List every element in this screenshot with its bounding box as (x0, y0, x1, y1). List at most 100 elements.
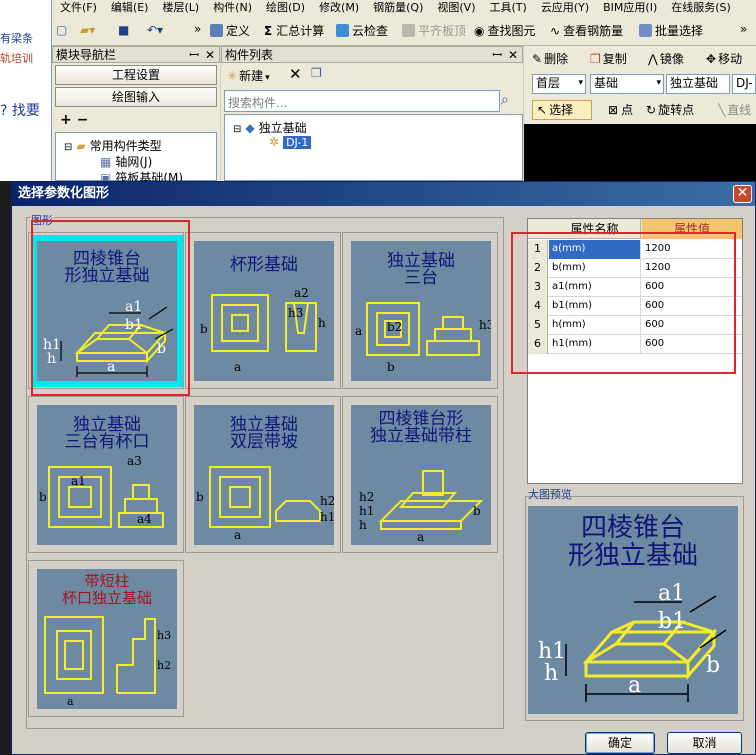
footing-icon: ◆ (245, 121, 255, 135)
find-element-button[interactable]: ◉ 查找图元 (474, 23, 536, 39)
tree-collapse-icon[interactable]: ⊟ (64, 142, 72, 153)
view-rebar-button[interactable]: ∿ 查看钢筋量 (550, 23, 623, 39)
tree-collapse-icon-2[interactable]: ⊟ (233, 124, 241, 135)
tree-item-raft[interactable]: ▣ 筏板基础(M) (100, 169, 183, 181)
delete-button[interactable]: ✎ 删除 (532, 51, 568, 67)
ok-button[interactable]: 确定 (585, 732, 655, 754)
search-icon[interactable]: ⌕ (501, 92, 519, 110)
shape-thumbnail: 独立基础 三台 b a b2 h3 (351, 241, 491, 381)
move-icon: ✥ (706, 52, 717, 66)
svg-text:a1: a1 (71, 474, 86, 488)
menu-edit[interactable]: 编辑(E) (111, 1, 149, 14)
save-icon[interactable]: ■ (118, 22, 129, 38)
copy-red-icon: ❐ (590, 52, 601, 66)
define-button[interactable]: 定义 (210, 23, 250, 39)
undo-icon[interactable]: ↶▾ (147, 22, 163, 38)
point-tool-button[interactable]: ⊠ 点 (608, 102, 633, 118)
pin-icon[interactable]: ꟷ (189, 47, 199, 63)
sum-calc-button[interactable]: Σ 汇总计算 (264, 23, 324, 39)
left-strip-sub: 轨培训 (0, 52, 33, 65)
new-component-button[interactable]: ✳ 新建 ▾ (227, 67, 270, 84)
svg-text:b: b (200, 322, 208, 336)
mirror-button[interactable]: ⋀ 镜像 (648, 51, 684, 67)
cancel-button[interactable]: 取消 (667, 732, 742, 754)
drawing-input-button[interactable]: 绘图输入 (55, 87, 217, 107)
drawing-canvas[interactable] (524, 124, 756, 181)
menu-floor[interactable]: 楼层(L) (162, 1, 199, 14)
shape-three-step-cup-footing[interactable]: 独立基础 三台有杯口 a1 a3 b a4 (28, 396, 184, 553)
preview-label: 大图预览 (528, 488, 572, 501)
shape-double-slope-footing[interactable]: 独立基础 双层带坡 a b h2 h1 (185, 396, 341, 553)
menu-modify[interactable]: 修改(M) (319, 1, 359, 14)
shape-thumbnail: 杯形基础 a b a2 h3 h (194, 241, 334, 381)
shape-pyramid-footing-with-column[interactable]: 四棱锥台形 独立基础带柱 a h2 h1 h b (342, 396, 498, 553)
category-select[interactable]: 基础 ▾ (590, 74, 664, 94)
copy-icon[interactable]: ❐ (311, 66, 322, 80)
delete-icon[interactable]: ✕ (289, 65, 302, 83)
shape-cup-footing[interactable]: 杯形基础 a b a2 h3 h (185, 232, 341, 389)
svg-text:a2: a2 (294, 286, 309, 300)
cursor-icon: ↖ (537, 103, 548, 117)
move-button[interactable]: ✥ 移动 (706, 51, 742, 67)
item-select[interactable]: DJ- (732, 74, 756, 94)
type-select[interactable]: 独立基础 (666, 74, 730, 94)
tree-item-dj1[interactable]: ✲ DJ-1 (269, 135, 312, 149)
sigma-icon: Σ (264, 24, 273, 38)
tree-item-isolated-footing[interactable]: ⊟ ◆ 独立基础 (233, 119, 307, 136)
flat-slab-button[interactable]: 平齐板顶 (402, 23, 466, 39)
cup-footing-drawing: a b a2 h3 h (200, 286, 326, 374)
svg-text:h3: h3 (479, 318, 491, 332)
close-icon[interactable]: ✕ (205, 47, 215, 63)
main-toolbar: ▢ ▰▾ ■ ↶▾ » 定义 Σ 汇总计算 云检查 平齐板顶 ◉ 查找图元 ∿ 查看钢… (52, 14, 756, 46)
menu-tools[interactable]: 工具(T) (490, 1, 527, 14)
menu-cloud[interactable]: 云应用(Y) (541, 1, 589, 14)
expand-collapse-icons[interactable]: + − (60, 112, 88, 128)
component-tree: ⊟ ◆ 独立基础 ✲ DJ-1 (224, 114, 523, 181)
toolbar-overflow-icon-2[interactable]: » (740, 21, 747, 37)
svg-text:b: b (39, 490, 47, 504)
tree-item-common[interactable]: ⊟ ▰ 常用构件类型 (64, 137, 162, 154)
menu-online[interactable]: 在线服务(S) (671, 1, 731, 14)
right-toolbar-area: ✎ 删除 ❐ 复制 ⋀ 镜像 ✥ 移动 首层 ▾ 基础 ▾ 独立基础 DJ- ↖ 选择 ⊠ 点 … (524, 46, 756, 181)
dialog-title: 选择参数化图形 (12, 182, 755, 206)
dropdown-arrow-icon: ▾ (265, 73, 270, 83)
left-strip-title: 有梁条 (0, 32, 33, 45)
binoculars-icon: ◉ (474, 24, 485, 38)
preview-dim-h: h (544, 661, 558, 686)
cloud-check-button[interactable]: 云检查 (336, 23, 388, 39)
shape-three-step-footing[interactable]: 独立基础 三台 b a b2 h3 (342, 232, 498, 389)
select-tool-button[interactable]: ↖ 选择 (532, 100, 592, 120)
close-icon-2[interactable]: ✕ (508, 47, 518, 63)
left-strip-question[interactable]: ? 找要 (0, 100, 52, 120)
batch-select-button[interactable]: 批量选择 (639, 23, 703, 39)
rotate-point-button[interactable]: ↻ 旋转点 (646, 102, 694, 118)
flat-slab-icon (402, 24, 415, 37)
new-file-icon[interactable]: ▢ (56, 22, 67, 38)
menu-draw[interactable]: 绘图(D) (266, 1, 305, 14)
folder-icon: ▰ (76, 139, 86, 153)
project-settings-button[interactable]: 工程设置 (55, 65, 217, 85)
floor-select[interactable]: 首层 ▾ (532, 74, 586, 94)
line-tool-button[interactable]: ╲ 直线 (718, 102, 756, 118)
pin-icon-2[interactable]: ꟷ (492, 47, 502, 63)
menu-component[interactable]: 构件(N) (213, 1, 252, 14)
batch-select-icon (639, 24, 652, 37)
menu-view[interactable]: 视图(V) (437, 1, 475, 14)
svg-text:a: a (234, 528, 241, 542)
menu-file[interactable]: 文件(F) (60, 1, 97, 14)
svg-text:h3: h3 (157, 629, 171, 642)
menu-bim[interactable]: BIM应用(I) (603, 1, 657, 14)
svg-text:a4: a4 (137, 512, 152, 526)
point-icon: ⊠ (608, 103, 619, 117)
component-type-tree: ⊟ ▰ 常用构件类型 ▦ 轴网(J) ▣ 筏板基础(M) (55, 132, 217, 181)
copy-button[interactable]: ❐ 复制 (590, 51, 627, 67)
open-folder-icon[interactable]: ▰▾ (80, 22, 95, 38)
highlight-box-properties (511, 232, 736, 374)
component-search-input[interactable]: 搜索构件... (224, 90, 500, 112)
menu-rebar[interactable]: 钢筋量(Q) (373, 1, 423, 14)
dialog-close-button[interactable]: ✕ (733, 185, 752, 203)
tree-item-axis[interactable]: ▦ 轴网(J) (100, 153, 152, 170)
toolbar-overflow-icon[interactable]: » (194, 21, 201, 37)
shape-short-column-cup-footing[interactable]: 带短柱 杯口独立基础 a h3 h2 (28, 560, 184, 717)
shape-thumbnail: 四棱锥台形 独立基础带柱 a h2 h1 h b (351, 405, 491, 545)
